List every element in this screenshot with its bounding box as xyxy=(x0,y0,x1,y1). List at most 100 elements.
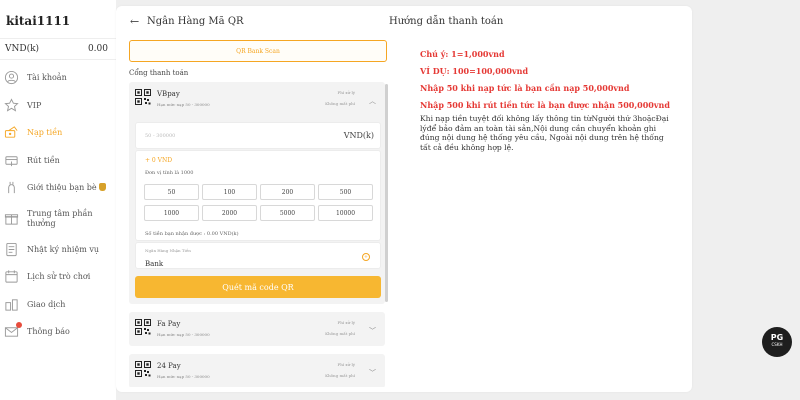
gateway-header[interactable]: VBpay Hạn mức nạp 50 - 300000 Phí xử lý … xyxy=(129,82,385,116)
withdraw-icon xyxy=(5,156,18,166)
sidebar-nav: Tài khoản VIP Nạp tiền Rút tiền Giới thi… xyxy=(0,64,116,346)
guide-example: VÍ DỤ: 100=100,000vnd xyxy=(420,66,529,76)
fee-label: Phí xử lý xyxy=(337,362,355,367)
sidebar-item-label: VIP xyxy=(27,100,42,110)
qr-code-icon xyxy=(135,361,151,377)
sidebar: kitai1111 VND(k) 0.00 Tài khoản VIP Nạp … xyxy=(0,0,116,400)
gateway-header[interactable]: 24 Pay Hạn mức nạp 50 - 300000 Phí xử lý… xyxy=(129,354,385,387)
qr-bank-scan-tab[interactable]: QR Bank Scan xyxy=(129,40,387,62)
sidebar-item-transactions[interactable]: Giao dịch xyxy=(0,291,116,319)
gateway-name: 24 Pay xyxy=(157,362,181,370)
guide-note: Chú ý: 1=1,000vnd xyxy=(420,49,505,59)
support-text: CSKH xyxy=(771,342,783,347)
back-arrow-icon[interactable]: ← xyxy=(130,15,139,28)
customer-support-button[interactable]: PG CSKH xyxy=(762,327,792,357)
qr-code-icon xyxy=(135,89,151,105)
sidebar-item-label: Trung tâm phần thưởng xyxy=(27,209,93,229)
reward-label-line2: thưởng xyxy=(27,218,56,228)
reward-label-line1: Trung tâm phần xyxy=(27,208,93,218)
gateway-limit: Hạn mức nạp 50 - 300000 xyxy=(157,374,210,379)
gateway-card-fapay[interactable]: Fa Pay Hạn mức nạp 50 - 300000 Phí xử lý… xyxy=(129,312,385,346)
fee-label: Phí xử lý xyxy=(337,90,355,95)
gateway-limit: Hạn mức nạp 50 - 300000 xyxy=(157,332,210,337)
guide-description: Khi nạp tiền tuyệt đối không lấy thông t… xyxy=(420,114,669,152)
quick-amount-button[interactable]: 500 xyxy=(318,184,373,200)
fee-label: Phí xử lý xyxy=(337,320,355,325)
deposit-icon xyxy=(4,126,18,138)
sidebar-item-deposit[interactable]: Nạp tiền xyxy=(0,119,116,147)
quick-amount-button[interactable]: 5000 xyxy=(260,205,315,221)
sidebar-item-label: Nhật ký nhiệm vụ xyxy=(27,244,99,254)
unit-note: Đơn vị tính là 1000 xyxy=(145,170,194,176)
sidebar-item-label: Lịch sử trò chơi xyxy=(27,272,91,282)
balance-row: VND(k) 0.00 xyxy=(0,38,116,60)
quick-amount-panel: + 0 VND Đơn vị tính là 1000 50 100 200 5… xyxy=(135,150,381,241)
amount-unit: VND(k) xyxy=(343,131,374,140)
sidebar-item-label: Rút tiền xyxy=(27,155,60,165)
gateway-card-24pay[interactable]: 24 Pay Hạn mức nạp 50 - 300000 Phí xử lý… xyxy=(129,354,385,387)
currency-label: VND(k) xyxy=(5,44,40,54)
fee-value: Không mất phí xyxy=(325,373,355,378)
game-history-icon xyxy=(5,270,18,283)
money-bag-icon xyxy=(98,183,106,192)
page-title: Ngân Hàng Mã QR xyxy=(147,16,244,27)
sidebar-item-label: Giao dịch xyxy=(27,299,66,309)
payment-gateway-label: Cổng thanh toán xyxy=(129,69,189,77)
notification-badge xyxy=(16,322,22,328)
bank-label: Ngân Hàng Nhận Tiền xyxy=(145,248,191,253)
transaction-icon xyxy=(5,299,18,311)
quick-amount-button[interactable]: 100 xyxy=(202,184,257,200)
sidebar-item-label: Giới thiệu bạn bè xyxy=(27,183,106,192)
select-icon: + xyxy=(362,253,370,261)
sidebar-item-withdraw[interactable]: Rút tiền xyxy=(0,147,116,175)
sidebar-item-game-history[interactable]: Lịch sử trò chơi xyxy=(0,263,116,291)
mission-log-icon xyxy=(6,242,17,256)
sidebar-item-notifications[interactable]: Thông báo xyxy=(0,318,116,346)
sidebar-item-mission-log[interactable]: Nhật ký nhiệm vụ xyxy=(0,236,116,264)
bank-value: Bank xyxy=(145,260,164,268)
sidebar-item-label: Nạp tiền xyxy=(27,128,63,138)
referral-text: Giới thiệu bạn bè xyxy=(27,183,97,193)
sidebar-item-label: Tài khoản xyxy=(27,73,67,83)
guide-withdraw-rule: Nhập 500 khi rút tiền tức là bạn được nh… xyxy=(420,100,670,110)
quick-amount-button[interactable]: 10000 xyxy=(318,205,373,221)
username: kitai1111 xyxy=(6,14,71,28)
fee-value: Không mất phí xyxy=(325,101,355,106)
sidebar-item-label: Thông báo xyxy=(27,327,70,337)
qr-code-icon xyxy=(135,319,151,335)
quick-amount-button[interactable]: 50 xyxy=(144,184,199,200)
referral-icon xyxy=(8,182,15,194)
receive-note: Số tiền bạn nhận được : 0.00 VND(k) xyxy=(145,231,239,237)
chevron-down-icon[interactable]: ﹀ xyxy=(369,326,376,336)
sidebar-item-referral[interactable]: Giới thiệu bạn bè xyxy=(0,174,116,202)
sidebar-item-account[interactable]: Tài khoản xyxy=(0,64,116,92)
quick-amount-button[interactable]: 2000 xyxy=(202,205,257,221)
gateway-scrollbar[interactable] xyxy=(385,84,388,302)
vip-icon xyxy=(4,98,19,112)
gateway-header[interactable]: Fa Pay Hạn mức nạp 50 - 300000 Phí xử lý… xyxy=(129,312,385,346)
quick-amount-button[interactable]: 1000 xyxy=(144,205,199,221)
chevron-down-icon[interactable]: ﹀ xyxy=(369,368,376,378)
deposit-panel: ← Ngân Hàng Mã QR QR Bank Scan Cổng than… xyxy=(116,6,692,392)
sidebar-item-vip[interactable]: VIP xyxy=(0,92,116,120)
receiving-bank-select[interactable]: Ngân Hàng Nhận Tiền Bank + xyxy=(135,242,381,269)
chevron-up-icon[interactable]: ︿ xyxy=(369,96,376,106)
account-icon xyxy=(4,71,19,85)
balance-value: 0.00 xyxy=(87,44,108,54)
quick-amount-button[interactable]: 200 xyxy=(260,184,315,200)
reward-icon xyxy=(4,214,19,225)
fee-value: Không mất phí xyxy=(325,331,355,336)
gateway-name: Fa Pay xyxy=(157,320,181,328)
quick-amount-grid: 50 100 200 500 1000 2000 5000 10000 xyxy=(144,184,373,221)
gateway-card-vbpay[interactable]: VBpay Hạn mức nạp 50 - 300000 Phí xử lý … xyxy=(129,82,385,304)
gateway-name: VBpay xyxy=(157,90,180,98)
gateway-limit: Hạn mức nạp 50 - 300000 xyxy=(157,102,210,107)
guide-deposit-rule: Nhập 50 khi nạp tức là bạn cần nạp 50,00… xyxy=(420,83,630,93)
amount-placeholder: 50 - 300000 xyxy=(145,133,176,139)
bonus-amount: + 0 VND xyxy=(145,157,173,164)
amount-input[interactable]: 50 - 300000 VND(k) xyxy=(135,122,381,149)
guide-title: Hướng dẫn thanh toán xyxy=(389,16,504,27)
scan-qr-button[interactable]: Quét mã code QR xyxy=(135,276,381,298)
sidebar-item-reward-center[interactable]: Trung tâm phần thưởng xyxy=(0,202,116,236)
support-logo: PG xyxy=(770,333,784,342)
